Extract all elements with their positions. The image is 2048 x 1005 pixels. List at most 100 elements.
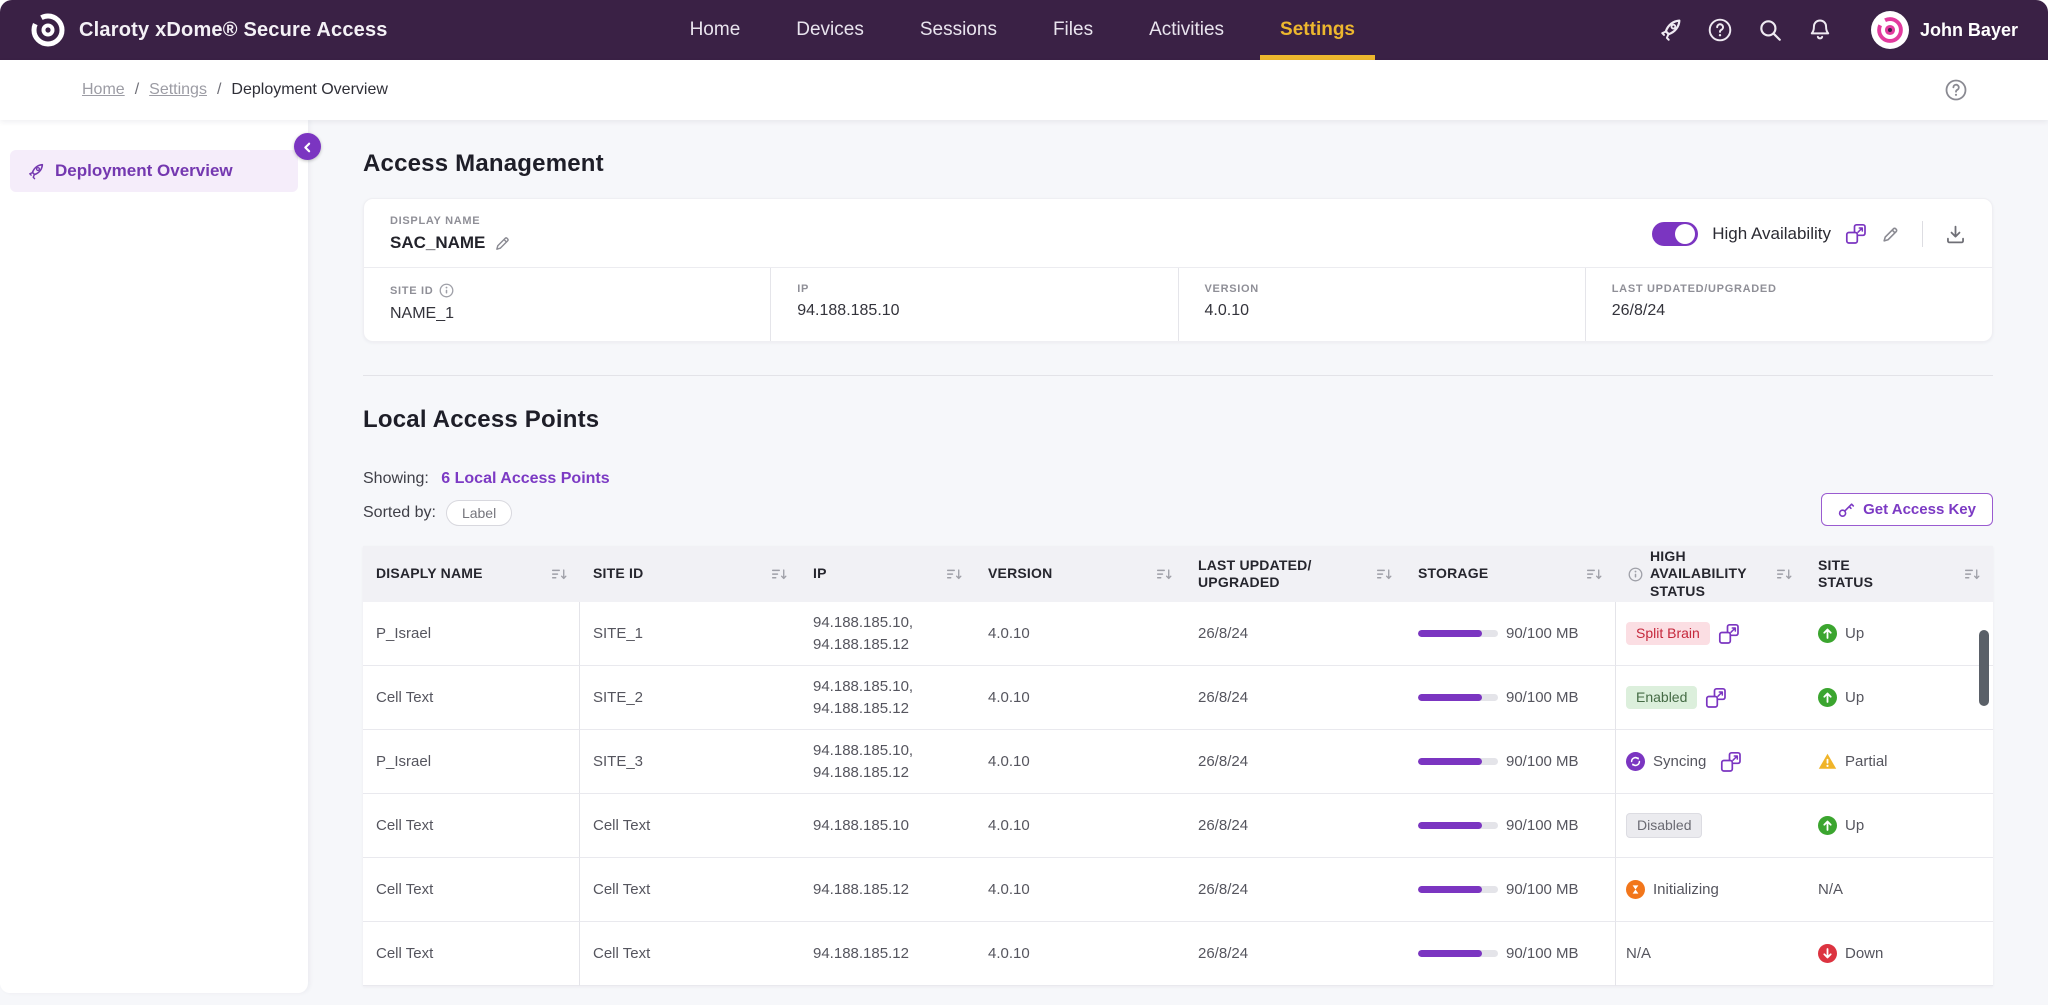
cell-site-status: Partial	[1845, 753, 1888, 770]
col-storage[interactable]: STORAGE	[1405, 546, 1615, 602]
ha-pair-icon[interactable]	[1718, 623, 1740, 645]
sort-chip[interactable]: Label	[446, 500, 512, 526]
col-site-id[interactable]: SITE ID	[580, 546, 800, 602]
cell-version: 4.0.10	[988, 625, 1030, 642]
info-icon[interactable]	[1628, 567, 1643, 582]
edit-ha-icon[interactable]	[1881, 225, 1900, 244]
nav-activities[interactable]: Activities	[1149, 0, 1224, 60]
col-last-updated[interactable]: LAST UPDATED/ UPGRADED	[1185, 546, 1405, 602]
storage-bar	[1418, 886, 1498, 893]
status-down-icon	[1818, 944, 1837, 963]
field-value: 26/8/24	[1612, 302, 1966, 320]
ha-pair-icon[interactable]	[1845, 223, 1867, 245]
get-access-key-button[interactable]: Get Access Key	[1821, 493, 1993, 526]
rocket-icon[interactable]	[1657, 17, 1683, 43]
sort-icon[interactable]	[772, 567, 787, 582]
download-icon[interactable]	[1945, 224, 1966, 245]
search-icon[interactable]	[1757, 17, 1783, 43]
display-name-block: DISPLAY NAME SAC_NAME	[390, 215, 511, 253]
edit-display-name-icon[interactable]	[494, 235, 511, 252]
ha-status-text: Syncing	[1653, 753, 1706, 770]
cell-display-name: P_Israel	[376, 753, 431, 770]
local-access-points-table: DISAPLY NAME SITE ID IP VERSION LAST UPD…	[363, 546, 1993, 986]
col-site-status[interactable]: SITE STATUS	[1805, 546, 1993, 602]
cell-ip: 94.188.185.10, 94.188.185.12	[813, 612, 913, 656]
field-label: IP	[797, 283, 809, 295]
ha-pair-icon[interactable]	[1705, 687, 1727, 709]
breadcrumb-home[interactable]: Home	[82, 81, 125, 99]
table-row[interactable]: Cell Text SITE_2 94.188.185.10, 94.188.1…	[363, 666, 1993, 730]
field-label: SITE ID	[390, 285, 433, 297]
cell-site-id: SITE_2	[593, 689, 643, 706]
brand: Claroty xDome® Secure Access	[30, 12, 388, 48]
ha-pair-icon[interactable]	[1720, 751, 1742, 773]
field-site-id: SITE ID NAME_1	[364, 268, 770, 341]
cell-site-status: Up	[1845, 689, 1864, 706]
nav-devices[interactable]: Devices	[796, 0, 864, 60]
bell-icon[interactable]	[1807, 17, 1833, 43]
cell-last-updated: 26/8/24	[1198, 689, 1248, 706]
table-scrollbar[interactable]	[1979, 630, 1989, 706]
ha-status-badge: Enabled	[1626, 686, 1697, 709]
col-version[interactable]: VERSION	[975, 546, 1185, 602]
breadcrumb: Home / Settings / Deployment Overview	[0, 60, 2048, 120]
cell-storage: 90/100 MB	[1506, 689, 1579, 706]
sidebar-item-deployment-overview[interactable]: Deployment Overview	[10, 150, 298, 192]
table-row[interactable]: P_Israel SITE_3 94.188.185.10, 94.188.18…	[363, 730, 1993, 794]
showing-count-link[interactable]: 6 Local Access Points	[441, 470, 609, 487]
ha-status-text: Initializing	[1653, 881, 1719, 898]
cell-version: 4.0.10	[988, 945, 1030, 962]
sorted-by-label: Sorted by:	[363, 504, 436, 522]
ha-status-text: N/A	[1626, 945, 1651, 962]
user-menu[interactable]: John Bayer	[1871, 11, 2018, 49]
cell-display-name: Cell Text	[376, 945, 433, 962]
info-icon[interactable]	[439, 283, 454, 298]
storage-bar	[1418, 950, 1498, 957]
table-row[interactable]: Cell Text Cell Text 94.188.185.12 4.0.10…	[363, 858, 1993, 922]
table-row[interactable]: P_Israel SITE_1 94.188.185.10, 94.188.18…	[363, 602, 1993, 666]
status-up-icon	[1818, 624, 1837, 643]
avatar-logo-icon	[1876, 16, 1904, 44]
nav-settings[interactable]: Settings	[1280, 0, 1355, 60]
user-name: John Bayer	[1920, 20, 2018, 41]
col-display-name[interactable]: DISAPLY NAME	[363, 546, 580, 602]
field-value: 94.188.185.10	[797, 302, 1151, 320]
cell-ip: 94.188.185.10, 94.188.185.12	[813, 676, 913, 720]
cell-last-updated: 26/8/24	[1198, 817, 1248, 834]
nav-sessions[interactable]: Sessions	[920, 0, 997, 60]
table-row[interactable]: Cell Text Cell Text 94.188.185.10 4.0.10…	[363, 794, 1993, 858]
field-version: VERSION 4.0.10	[1178, 268, 1585, 341]
main-nav: Home Devices Sessions Files Activities S…	[690, 0, 1355, 60]
sort-icon[interactable]	[1377, 567, 1392, 582]
nav-files[interactable]: Files	[1053, 0, 1093, 60]
cell-storage: 90/100 MB	[1506, 881, 1579, 898]
cell-last-updated: 26/8/24	[1198, 753, 1248, 770]
breadcrumb-settings[interactable]: Settings	[149, 81, 207, 99]
help-icon[interactable]	[1707, 17, 1733, 43]
page-help-icon[interactable]	[1944, 78, 1968, 102]
field-ip: IP 94.188.185.10	[770, 268, 1177, 341]
sort-icon[interactable]	[552, 567, 567, 582]
sort-icon[interactable]	[1965, 567, 1980, 582]
nav-home[interactable]: Home	[690, 0, 741, 60]
cell-storage: 90/100 MB	[1506, 625, 1579, 642]
cell-site-id: Cell Text	[593, 945, 650, 962]
cell-display-name: Cell Text	[376, 817, 433, 834]
sort-icon[interactable]	[1157, 567, 1172, 582]
col-ha-status[interactable]: HIGH AVAILABILITY STATUS	[1615, 546, 1805, 602]
cell-storage: 90/100 MB	[1506, 753, 1579, 770]
field-value: 4.0.10	[1205, 302, 1559, 320]
syncing-icon	[1626, 752, 1645, 771]
cell-last-updated: 26/8/24	[1198, 625, 1248, 642]
chevron-left-icon	[301, 141, 314, 154]
cell-version: 4.0.10	[988, 689, 1030, 706]
storage-bar	[1418, 822, 1498, 829]
col-ip[interactable]: IP	[800, 546, 975, 602]
sort-icon[interactable]	[1587, 567, 1602, 582]
sort-icon[interactable]	[1777, 567, 1792, 582]
high-availability-toggle[interactable]	[1652, 222, 1698, 246]
sort-icon[interactable]	[947, 567, 962, 582]
sidebar-collapse-button[interactable]	[294, 133, 321, 160]
ha-status-badge: Split Brain	[1626, 622, 1710, 645]
table-row[interactable]: Cell Text Cell Text 94.188.185.12 4.0.10…	[363, 922, 1993, 986]
